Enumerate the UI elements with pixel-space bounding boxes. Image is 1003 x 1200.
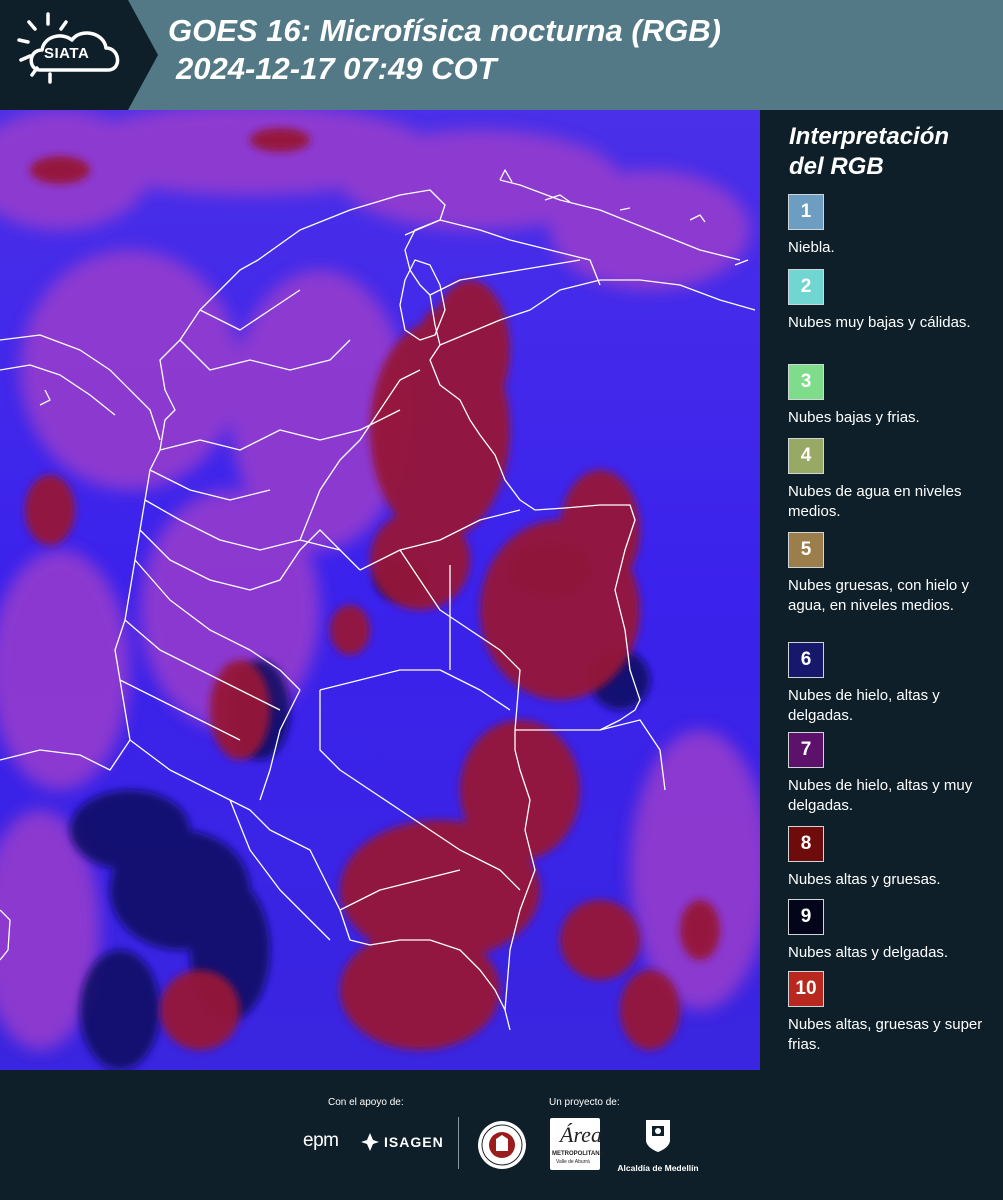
header-bar: SIATA GOES 16: Microfísica nocturna (RGB… [0,0,1003,110]
area-metropolitana-logo[interactable]: Área METROPOLITANA Valle de Aburrá [550,1118,604,1170]
area-metro-sub: Valle de Aburrá [556,1159,590,1165]
legend-swatch: 6 [788,642,824,678]
legend-swatch: 1 [788,194,824,230]
legend-label: Nubes de hielo, altas y delgadas. [788,687,940,724]
legend-item-7: 7 Nubes de hielo, altas y muy delgadas. [788,732,1000,816]
legend-swatch: 2 [788,269,824,305]
legend-swatch: 3 [788,364,824,400]
legend-title-line-2: del RGB [789,153,884,180]
legend-label: Nubes muy bajas y cálidas. [788,314,971,331]
legend-item-8: 8 Nubes altas y gruesas. [788,826,1000,890]
page-title: GOES 16: Microfísica nocturna (RGB) 2024… [168,12,721,88]
legend-swatch: 10 [788,971,824,1007]
legend-item-4: 4 Nubes de agua en niveles medios. [788,438,1000,522]
legend-swatch: 9 [788,899,824,935]
legend-label: Nubes de hielo, altas y muy delgadas. [788,777,973,814]
legend-title-line-1: Interpretación [789,123,950,150]
satellite-map[interactable] [0,110,760,1070]
footer-divider [458,1117,459,1169]
legend-label: Nubes altas y gruesas. [788,871,941,888]
university-seal-logo[interactable] [476,1119,528,1176]
isagen-logo[interactable]: ISAGEN [360,1132,444,1152]
legend-item-9: 9 Nubes altas y delgadas. [788,899,1000,963]
title-line-1: GOES 16: Microfísica nocturna (RGB) [168,13,721,48]
legend-item-3: 3 Nubes bajas y frias. [788,364,1000,428]
alcaldia-text: Alcaldía de Medellín [617,1163,699,1173]
isagen-text: ISAGEN [384,1134,444,1150]
epm-logo[interactable]: epm [303,1130,339,1152]
legend-label: Nubes altas, gruesas y super frias. [788,1016,983,1053]
legend-label: Nubes de agua en niveles medios. [788,483,962,520]
title-line-2: 2024-12-17 07:49 COT [176,51,497,86]
siata-logo-text: SIATA [44,45,90,62]
project-label: Un proyecto de: [549,1097,620,1108]
footer: Con el apoyo de: Un proyecto de: epm ISA… [0,1070,1003,1200]
alcaldia-logo[interactable]: Alcaldía de Medellín [612,1118,704,1173]
legend-item-6: 6 Nubes de hielo, altas y delgadas. [788,642,1000,726]
shield-icon [646,1120,670,1152]
area-metro-mark: Área [560,1122,602,1147]
legend-swatch: 8 [788,826,824,862]
legend-label: Nubes altas y delgadas. [788,944,949,961]
legend-item-1: 1 Niebla. [788,194,1000,258]
legend-swatch: 5 [788,532,824,568]
legend-item-2: 2 Nubes muy bajas y cálidas. [788,269,1000,333]
area-metro-name: METROPOLITANA [552,1151,604,1157]
support-label: Con el apoyo de: [328,1097,404,1108]
legend-swatch: 4 [788,438,824,474]
siata-logo[interactable]: SIATA [0,0,158,110]
legend-label: Nubes gruesas, con hielo y agua, en nive… [788,577,969,614]
legend-label: Niebla. [788,239,835,256]
legend-item-5: 5 Nubes gruesas, con hielo y agua, en ni… [788,532,1000,616]
legend-item-10: 10 Nubes altas, gruesas y super frias. [788,971,1000,1055]
legend-swatch: 7 [788,732,824,768]
legend-panel: Interpretación del RGB 1 Niebla. 2 Nubes… [760,110,1003,1070]
isagen-icon [361,1133,379,1151]
legend-label: Nubes bajas y frias. [788,409,920,426]
legend-title: Interpretación del RGB [789,122,949,182]
